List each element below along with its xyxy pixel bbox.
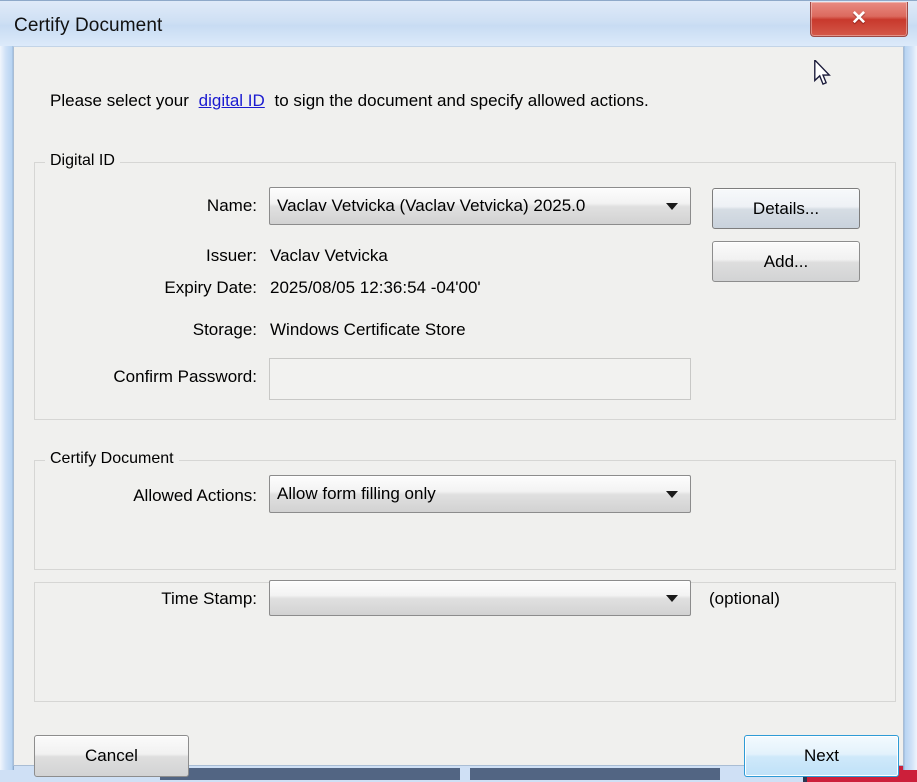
digital-id-link[interactable]: digital ID — [199, 91, 265, 110]
chevron-down-icon — [666, 595, 678, 602]
storage-label: Storage: — [192, 320, 257, 339]
issuer-label: Issuer: — [205, 246, 257, 265]
allowed-actions-label: Allowed Actions: — [133, 486, 257, 505]
confirm-password-input[interactable] — [269, 358, 691, 400]
add-button[interactable]: Add... — [712, 241, 860, 282]
digital-id-name-combobox[interactable]: Vaclav Vetvicka (Vaclav Vetvicka) 2025.0 — [269, 187, 691, 225]
expiry-date-label: Expiry Date: — [164, 278, 257, 297]
certify-document-dialog: Certify Document ✕ Please select your di… — [0, 0, 917, 777]
close-icon: ✕ — [851, 7, 867, 29]
dialog-titlebar[interactable]: Certify Document ✕ — [0, 0, 917, 46]
instruction-text-after: to sign the document and specify allowed… — [274, 91, 649, 110]
details-button[interactable]: Details... — [712, 188, 860, 229]
issuer-value: Vaclav Vetvicka — [270, 246, 388, 265]
background-task-item — [470, 768, 720, 780]
dialog-title: Certify Document — [14, 15, 163, 36]
next-button[interactable]: Next — [744, 735, 899, 777]
expiry-date-value: 2025/08/05 12:36:54 -04'00' — [270, 278, 481, 297]
confirm-password-label: Confirm Password: — [113, 367, 257, 386]
close-button[interactable]: ✕ — [810, 2, 908, 37]
time-stamp-combobox[interactable] — [269, 580, 691, 616]
name-label: Name: — [206, 196, 257, 215]
digital-id-name-value: Vaclav Vetvicka (Vaclav Vetvicka) 2025.0 — [277, 196, 586, 215]
certify-document-group-legend: Certify Document — [45, 450, 179, 468]
storage-value: Windows Certificate Store — [270, 320, 466, 339]
time-stamp-label: Time Stamp: — [161, 589, 257, 608]
chevron-down-icon — [666, 491, 678, 498]
allowed-actions-combobox[interactable]: Allow form filling only — [269, 475, 691, 513]
time-stamp-optional-note: (optional) — [709, 589, 780, 608]
background-task-item — [160, 768, 460, 780]
cancel-button[interactable]: Cancel — [34, 735, 189, 777]
allowed-actions-value: Allow form filling only — [277, 484, 436, 503]
chevron-down-icon — [666, 203, 678, 210]
digital-id-group-legend: Digital ID — [45, 152, 120, 170]
instruction-text-before: Please select your — [50, 91, 189, 110]
screen: Certify Document ✕ Please select your di… — [0, 0, 917, 782]
dialog-client-area: Please select your digital ID to sign th… — [13, 46, 904, 777]
instruction-text: Please select your digital ID to sign th… — [50, 91, 649, 111]
